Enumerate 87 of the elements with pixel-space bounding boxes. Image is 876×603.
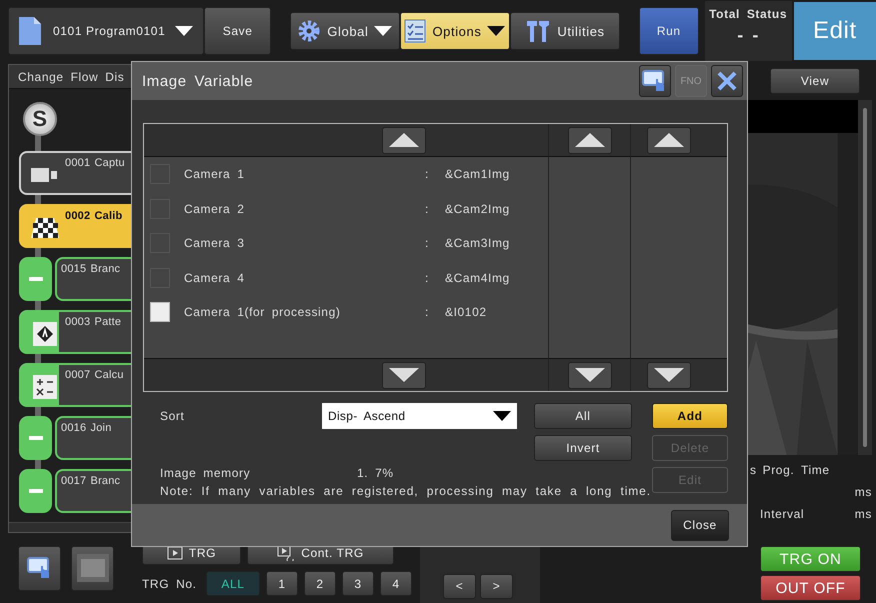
scroll-down-button[interactable] <box>568 362 612 388</box>
menu-tab[interactable]: Global <box>290 12 400 50</box>
separator: : <box>425 270 430 285</box>
down-arrow-icon <box>389 368 419 382</box>
play-icon <box>166 546 183 560</box>
separator: : <box>425 202 430 216</box>
save-button[interactable]: Save <box>204 7 271 55</box>
sort-label: Sort <box>160 409 186 423</box>
menu-tab[interactable]: Utilities <box>510 12 620 50</box>
variable-name: Camera 2 <box>184 202 246 216</box>
time-label: Prog. Time <box>762 463 830 477</box>
touch-button[interactable] <box>18 546 61 590</box>
close-button[interactable] <box>711 65 743 97</box>
variable-name: Camera 4 <box>184 270 246 285</box>
variable-value: &Cam1Img <box>445 167 510 182</box>
memory-value: 1. 7% <box>357 466 394 480</box>
variable-name: Camera 1(for processing) <box>184 305 342 320</box>
caret-icon <box>175 26 194 36</box>
variable-value: &Cam2Img <box>445 202 510 216</box>
up-arrow-icon <box>574 133 604 147</box>
action-button[interactable]: Add <box>652 403 728 429</box>
variable-value: &I0102 <box>445 305 487 320</box>
calculator-icon <box>33 375 57 400</box>
unit-label: ms <box>854 485 872 499</box>
status-label: Total Status <box>709 7 788 21</box>
branch-node[interactable] <box>19 416 52 460</box>
document-icon <box>19 17 41 45</box>
touch-button[interactable] <box>639 65 671 97</box>
tools-icon <box>525 19 552 43</box>
caret-icon <box>374 26 392 36</box>
start-node[interactable]: S <box>23 102 57 136</box>
film-button[interactable] <box>71 546 114 590</box>
gear-icon <box>297 19 322 43</box>
all-button[interactable]: All <box>534 403 632 429</box>
nav-button[interactable]: > <box>480 574 513 598</box>
scroll-up-button[interactable] <box>382 126 426 154</box>
trigger-number-button[interactable]: 3 <box>342 571 374 596</box>
close-icon <box>717 71 737 91</box>
output-off-button[interactable]: OUT OFF <box>760 575 861 601</box>
up-arrow-icon <box>389 133 419 147</box>
up-arrow-icon <box>654 133 684 147</box>
branch-node[interactable] <box>19 469 52 514</box>
note-text: Note: If many variables are registered, processing may take a long time. <box>160 484 652 498</box>
trigger-number-label: TRG No. <box>142 576 198 590</box>
minus-icon <box>28 436 42 440</box>
down-arrow-icon <box>654 368 684 382</box>
branch-node[interactable] <box>19 257 52 302</box>
separator: : <box>425 167 430 182</box>
variable-value: &Cam4Img <box>445 270 510 285</box>
trigger-number-button[interactable]: 2 <box>304 571 336 596</box>
variable-name: Camera 3 <box>184 236 246 250</box>
dialog-title: Image Variable <box>142 72 254 90</box>
minus-icon <box>28 277 42 282</box>
unit-label: s <box>750 463 757 477</box>
unit-label: ms <box>854 507 872 521</box>
menu-tab[interactable]: Options <box>400 12 510 50</box>
down-arrow-icon <box>574 368 604 382</box>
separator: : <box>425 236 430 250</box>
pattern-icon <box>33 322 57 346</box>
trigger-number-button[interactable]: ALL <box>206 571 260 596</box>
scroll-down-button[interactable] <box>647 362 691 388</box>
status-value: - - <box>737 25 760 46</box>
checkerboard-icon <box>31 218 59 238</box>
checkbox[interactable] <box>150 302 170 322</box>
caret-icon <box>487 26 506 36</box>
variable-value: &Cam3Img <box>445 236 510 250</box>
scroll-up-button[interactable] <box>568 126 612 154</box>
memory-label: Image memory <box>160 466 252 480</box>
caret-icon <box>493 411 511 421</box>
minus-icon <box>28 489 42 494</box>
sort-dropdown[interactable]: Disp- Ascend <box>322 403 517 429</box>
panel-title: Change Flow Dis <box>18 70 124 84</box>
view-button[interactable]: View <box>770 68 860 94</box>
scroll-down-button[interactable] <box>382 362 426 388</box>
close-button[interactable]: Close <box>671 510 729 540</box>
checklist-icon <box>404 19 426 43</box>
nav-button[interactable]: < <box>443 574 476 598</box>
invert-button[interactable]: Invert <box>534 435 632 461</box>
run-button[interactable]: Run <box>639 7 698 55</box>
separator: : <box>425 305 430 320</box>
trigger-number-button[interactable]: 1 <box>266 571 298 596</box>
camera-icon <box>31 167 59 184</box>
variable-name: Camera 1 <box>184 167 246 182</box>
scroll-up-button[interactable] <box>647 126 691 154</box>
trigger-number-button[interactable]: 4 <box>380 571 412 596</box>
program-selector[interactable]: 0101 Program0101 <box>8 7 204 55</box>
interval-label: Interval <box>760 507 804 521</box>
